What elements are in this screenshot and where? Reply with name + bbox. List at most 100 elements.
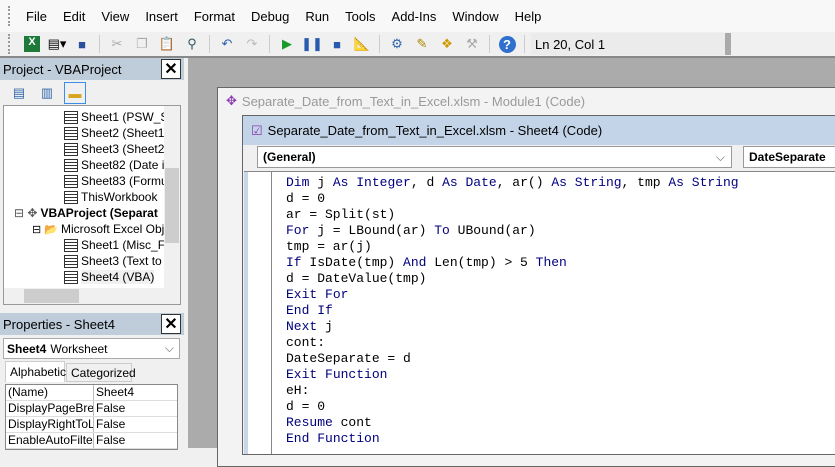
property-row[interactable]: DisplayRightToLefFalse <box>6 417 177 433</box>
tree-vertical-scrollbar[interactable] <box>164 106 180 290</box>
paste-icon[interactable]: 📋 <box>156 33 178 55</box>
code-margin[interactable] <box>244 172 272 454</box>
property-name: EnableAutoFilter <box>8 433 94 448</box>
save-icon[interactable]: ■ <box>71 33 93 55</box>
property-value[interactable]: False <box>94 417 125 432</box>
cursor-position: Ln 20, Col 1 <box>531 33 731 55</box>
tree-node[interactable]: Sheet82 (Date in <box>64 157 171 173</box>
tree-node[interactable]: Sheet1 (PSW_Sh <box>64 109 175 125</box>
menu-debug[interactable]: Debug <box>243 9 297 24</box>
view-object-icon[interactable]: ▥ <box>36 82 58 104</box>
module1-titlebar: ✥ Separate_Date_from_Text_in_Excel.xlsm … <box>218 88 835 114</box>
view-code-icon[interactable]: ▤ <box>8 82 30 104</box>
property-value[interactable]: False <box>94 401 125 416</box>
code-line: d = 0 <box>286 399 326 414</box>
worksheet-icon <box>64 142 78 156</box>
procedure-combo[interactable]: DateSeparate <box>743 146 835 168</box>
code-line: Exit For <box>286 287 349 302</box>
close-icon[interactable]: ✕ <box>161 314 181 334</box>
tree-node-label: Sheet3 (Text to <box>81 254 162 268</box>
code-line: End Function <box>286 431 380 446</box>
cut-icon[interactable]: ✂ <box>106 33 128 55</box>
code-line: cont: <box>286 335 326 350</box>
tree-node[interactable]: Sheet3 (Text to <box>64 253 162 269</box>
design-mode-icon[interactable]: 📐 <box>351 33 373 55</box>
menu-file[interactable]: File <box>18 9 55 24</box>
break-icon[interactable]: ❚❚ <box>301 33 323 55</box>
worksheet-icon <box>64 158 78 172</box>
sheet4-code-window[interactable]: ☑ Separate_Date_from_Text_in_Excel.xlsm … <box>242 115 835 455</box>
tree-node[interactable]: ⊟ 📂 Microsoft Excel Obje <box>32 221 171 237</box>
tree-node[interactable]: Sheet2 (Sheet1) <box>64 125 168 141</box>
property-row[interactable]: (Name) Sheet4 <box>6 385 177 401</box>
tree-node-label: Sheet2 (Sheet1) <box>81 126 169 140</box>
menu-view[interactable]: View <box>93 9 137 24</box>
code-line: Next j <box>286 319 333 334</box>
properties-title: Properties - Sheet4 <box>3 316 116 332</box>
tree-node-label: ThisWorkbook <box>81 190 158 204</box>
insert-userform-icon[interactable]: ▤▾ <box>46 33 68 55</box>
object-combo[interactable]: (General) ⌵ <box>257 146 732 168</box>
menu-bar: File Edit View Insert Format Debug Run T… <box>0 0 835 32</box>
menu-tools[interactable]: Tools <box>337 9 383 24</box>
property-row[interactable]: EnableAutoFilter False <box>6 433 177 449</box>
property-value[interactable]: Sheet4 <box>94 385 134 400</box>
tab-alphabetic[interactable]: Alphabetic <box>5 361 66 382</box>
project-explorer-icon[interactable]: ⚙ <box>386 33 408 55</box>
tree-node[interactable]: Sheet3 (Sheet2) <box>64 141 168 157</box>
properties-grid: (Name)Sheet4DisplayPageBreakFalseDisplay… <box>5 384 178 450</box>
toolbar-separator <box>99 35 100 53</box>
tree-horizontal-scrollbar[interactable] <box>4 288 180 304</box>
tree-node[interactable]: ⊟ ✥ VBAProject (Separat <box>14 205 158 221</box>
menu-add-ins[interactable]: Add-Ins <box>384 9 445 24</box>
tree-node[interactable]: Sheet1 (Misc_Fu <box>64 237 172 253</box>
tree-node-label: Sheet1 (PSW_Sh <box>81 110 176 124</box>
tree-node-label: Sheet4 (VBA) <box>81 270 155 284</box>
toolbar-grip[interactable] <box>8 34 12 54</box>
run-icon[interactable]: ▶ <box>276 33 298 55</box>
object-type: Worksheet <box>50 341 108 356</box>
property-row[interactable]: DisplayPageBreakFalse <box>6 401 177 417</box>
object-combo-value: (General) <box>263 150 316 164</box>
tree-node-label: VBAProject (Separat <box>40 206 158 220</box>
tree-node[interactable]: Sheet83 (Formul <box>64 173 170 189</box>
help-icon[interactable]: ? <box>496 33 518 55</box>
code-editor[interactable]: Dim j As Integer, d As Date, ar() As Str… <box>244 171 835 454</box>
procedure-combo-value: DateSeparate <box>749 150 826 164</box>
tab-categorized[interactable]: Categorized <box>66 363 136 382</box>
menu-insert[interactable]: Insert <box>137 9 186 24</box>
property-value[interactable]: False <box>94 433 125 448</box>
properties-window-icon[interactable]: ✎ <box>411 33 433 55</box>
tree-node-label: Sheet83 (Formul <box>81 174 171 188</box>
menu-grip[interactable] <box>8 6 12 26</box>
menu-help[interactable]: Help <box>507 9 550 24</box>
find-icon[interactable]: ⚲ <box>181 33 203 55</box>
toolbar-separator <box>269 35 270 53</box>
tree-node[interactable]: ThisWorkbook <box>64 189 157 205</box>
redo-icon[interactable]: ↷ <box>241 33 263 55</box>
object-browser-icon[interactable]: ❖ <box>436 33 458 55</box>
toolbar-separator <box>209 35 210 53</box>
toggle-folders-icon[interactable]: ▬ <box>64 82 86 104</box>
code-line: DateSeparate = d <box>286 351 411 366</box>
reset-icon[interactable]: ■ <box>326 33 348 55</box>
mdi-workspace: ✥ Separate_Date_from_Text_in_Excel.xlsm … <box>188 58 835 467</box>
code-line: Dim j As Integer, d As Date, ar() As Str… <box>286 175 739 190</box>
excel-icon[interactable]: X <box>21 33 43 55</box>
close-icon[interactable]: ✕ <box>161 59 181 79</box>
undo-icon[interactable]: ↶ <box>216 33 238 55</box>
menu-edit[interactable]: Edit <box>55 9 93 24</box>
object-dropdown[interactable]: Sheet4 Worksheet ⌵ <box>3 338 180 359</box>
project-explorer-titlebar: Project - VBAProject ✕ <box>0 58 184 80</box>
worksheet-icon <box>64 190 78 204</box>
tree-node-label: Sheet1 (Misc_Fu <box>81 238 172 252</box>
toolbar-separator <box>524 35 525 53</box>
menu-window[interactable]: Window <box>444 9 506 24</box>
tree-node[interactable]: Sheet4 (VBA) <box>64 269 155 285</box>
toolbox-icon[interactable]: ⚒ <box>461 33 483 55</box>
menu-run[interactable]: Run <box>297 9 337 24</box>
copy-icon[interactable]: ❐ <box>131 33 153 55</box>
code-line: Exit Function <box>286 367 388 382</box>
project-explorer-title: Project - VBAProject <box>3 61 122 77</box>
menu-format[interactable]: Format <box>186 9 243 24</box>
